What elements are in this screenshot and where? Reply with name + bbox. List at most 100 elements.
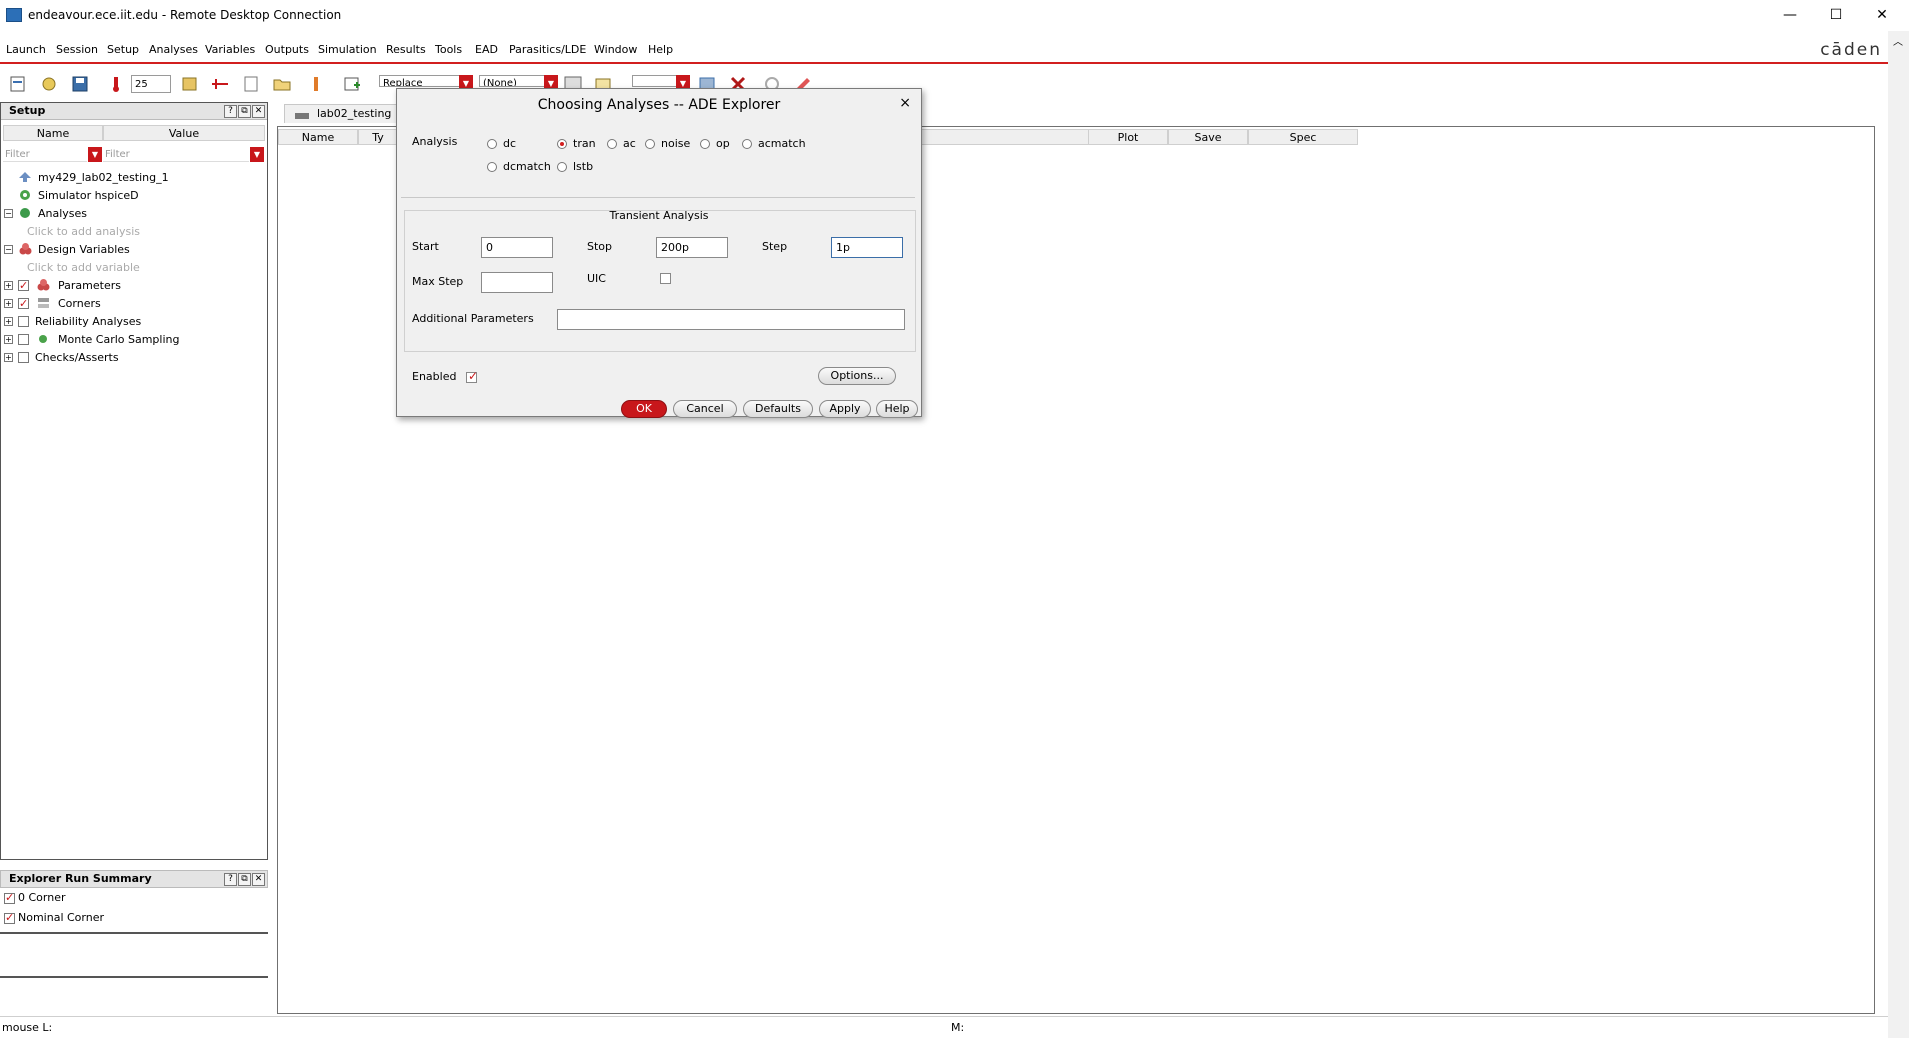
expand-icon[interactable]: + <box>4 335 13 344</box>
menu-window[interactable]: Window <box>594 43 637 56</box>
open-icon[interactable] <box>39 75 59 93</box>
stop-input[interactable]: 200p <box>656 237 728 258</box>
radio-op[interactable] <box>700 139 710 149</box>
toolbar: 25 Replace ▼ (None) ▼ ▼ <box>0 70 1888 100</box>
tree-label: Monte Carlo Sampling <box>58 333 180 346</box>
parameters-checkbox[interactable] <box>18 277 29 294</box>
menu-outputs[interactable]: Outputs <box>265 43 309 56</box>
maximize-button[interactable]: ☐ <box>1813 0 1859 31</box>
run-select[interactable] <box>632 75 682 87</box>
tree-label: my429_lab02_testing_1 <box>38 171 169 184</box>
help-icon[interactable]: ? <box>224 105 237 118</box>
col-name[interactable]: Name <box>278 129 358 145</box>
corner-checkbox[interactable] <box>4 890 15 906</box>
netlist-icon[interactable] <box>210 75 230 93</box>
collapse-icon[interactable]: − <box>4 245 13 254</box>
step-input[interactable]: 1p <box>831 237 903 258</box>
monte-carlo-checkbox[interactable] <box>18 334 29 345</box>
mode-select[interactable]: Replace <box>379 75 463 87</box>
radio-noise[interactable] <box>645 139 655 149</box>
vertical-scrollbar[interactable]: ︿ <box>1888 31 1909 1038</box>
dialog-close-button[interactable]: × <box>899 95 911 111</box>
summary-row-corner[interactable]: 0 Corner <box>4 890 66 906</box>
menu-launch[interactable]: Launch <box>6 43 46 56</box>
start-input[interactable]: 0 <box>481 237 553 258</box>
save-icon[interactable] <box>70 75 90 93</box>
add-test-icon[interactable] <box>342 75 362 93</box>
menu-ead[interactable]: EAD <box>475 43 498 56</box>
expand-icon[interactable]: + <box>4 281 13 290</box>
radio-tran[interactable] <box>557 139 567 149</box>
remote-desktop-icon <box>6 8 22 22</box>
corners-checkbox[interactable] <box>18 295 29 312</box>
radio-lstb[interactable] <box>557 162 567 172</box>
col-type[interactable]: Ty <box>358 129 398 145</box>
enabled-checkbox[interactable] <box>466 369 478 383</box>
expand-icon[interactable]: + <box>4 299 13 308</box>
close-window-button[interactable]: ✕ <box>1859 0 1905 31</box>
tree-label: Parameters <box>58 279 121 292</box>
analyses-icon <box>19 207 32 219</box>
cancel-button[interactable]: Cancel <box>673 400 737 418</box>
tree-label: Checks/Asserts <box>35 351 119 364</box>
uic-checkbox[interactable] <box>660 273 671 284</box>
summary-label: Nominal Corner <box>18 911 104 924</box>
radio-dc[interactable] <box>487 139 497 149</box>
menu-tools[interactable]: Tools <box>435 43 462 56</box>
menu-analyses[interactable]: Analyses <box>149 43 198 56</box>
name-filter-dropdown-icon[interactable]: ▼ <box>88 147 102 162</box>
col-spec[interactable]: Spec <box>1248 129 1358 145</box>
nominal-checkbox[interactable] <box>4 910 15 926</box>
status-mouse-middle: M: <box>951 1021 965 1034</box>
radio-acmatch[interactable] <box>742 139 752 149</box>
temperature-input[interactable]: 25 <box>131 75 171 93</box>
folder-icon[interactable] <box>272 75 292 93</box>
float-icon[interactable]: ⧉ <box>238 873 251 886</box>
summary-row-nominal[interactable]: Nominal Corner <box>4 910 104 926</box>
radio-ac[interactable] <box>607 139 617 149</box>
minimize-button[interactable]: — <box>1767 0 1813 31</box>
new-icon[interactable] <box>8 75 28 93</box>
document-icon[interactable] <box>241 75 261 93</box>
maxstep-input[interactable] <box>481 272 553 293</box>
col-save[interactable]: Save <box>1168 129 1248 145</box>
menu-session[interactable]: Session <box>56 43 98 56</box>
setup-panel: Setup ? ⧉ ✕ Name Value Filter ▼ Filter ▼… <box>0 102 268 860</box>
reliability-checkbox[interactable] <box>18 316 29 327</box>
tree-label: Design Variables <box>38 243 130 256</box>
defaults-button[interactable]: Defaults <box>743 400 813 418</box>
value-filter-input[interactable]: Filter <box>103 147 249 162</box>
menu-help[interactable]: Help <box>648 43 673 56</box>
ok-button[interactable]: OK <box>621 400 667 418</box>
menu-parasitics-lde[interactable]: Parasitics/LDE <box>509 43 586 56</box>
radio-dcmatch[interactable] <box>487 162 497 172</box>
col-name-header[interactable]: Name <box>3 125 103 141</box>
collapse-icon[interactable]: − <box>4 209 13 218</box>
tab-lab02-testing[interactable]: lab02_testing <box>284 104 403 123</box>
col-plot[interactable]: Plot <box>1088 129 1168 145</box>
close-panel-icon[interactable]: ✕ <box>252 873 265 886</box>
tree-label: Simulator hspiceD <box>38 189 139 202</box>
menu-results[interactable]: Results <box>386 43 426 56</box>
help-button[interactable]: Help <box>876 400 918 418</box>
col-value-header[interactable]: Value <box>103 125 265 141</box>
expand-icon[interactable]: + <box>4 353 13 362</box>
additional-parameters-input[interactable] <box>557 309 905 330</box>
help-icon[interactable]: ? <box>224 873 237 886</box>
probe-icon[interactable] <box>306 75 326 93</box>
close-panel-icon[interactable]: ✕ <box>252 105 265 118</box>
float-icon[interactable]: ⧉ <box>238 105 251 118</box>
menu-simulation[interactable]: Simulation <box>318 43 377 56</box>
choosing-analyses-dialog: Choosing Analyses -- ADE Explorer × Anal… <box>396 88 922 418</box>
checks-checkbox[interactable] <box>18 352 29 363</box>
value-filter-dropdown-icon[interactable]: ▼ <box>250 147 264 162</box>
expand-icon[interactable]: + <box>4 317 13 326</box>
scroll-up-icon[interactable]: ︿ <box>1893 33 1903 48</box>
settings-icon[interactable] <box>180 75 200 93</box>
options-button[interactable]: Options... <box>818 367 896 385</box>
menu-variables[interactable]: Variables <box>205 43 255 56</box>
menu-setup[interactable]: Setup <box>107 43 139 56</box>
corner-select[interactable]: (None) <box>479 75 551 87</box>
apply-button[interactable]: Apply <box>819 400 871 418</box>
name-filter-input[interactable]: Filter <box>3 147 87 162</box>
